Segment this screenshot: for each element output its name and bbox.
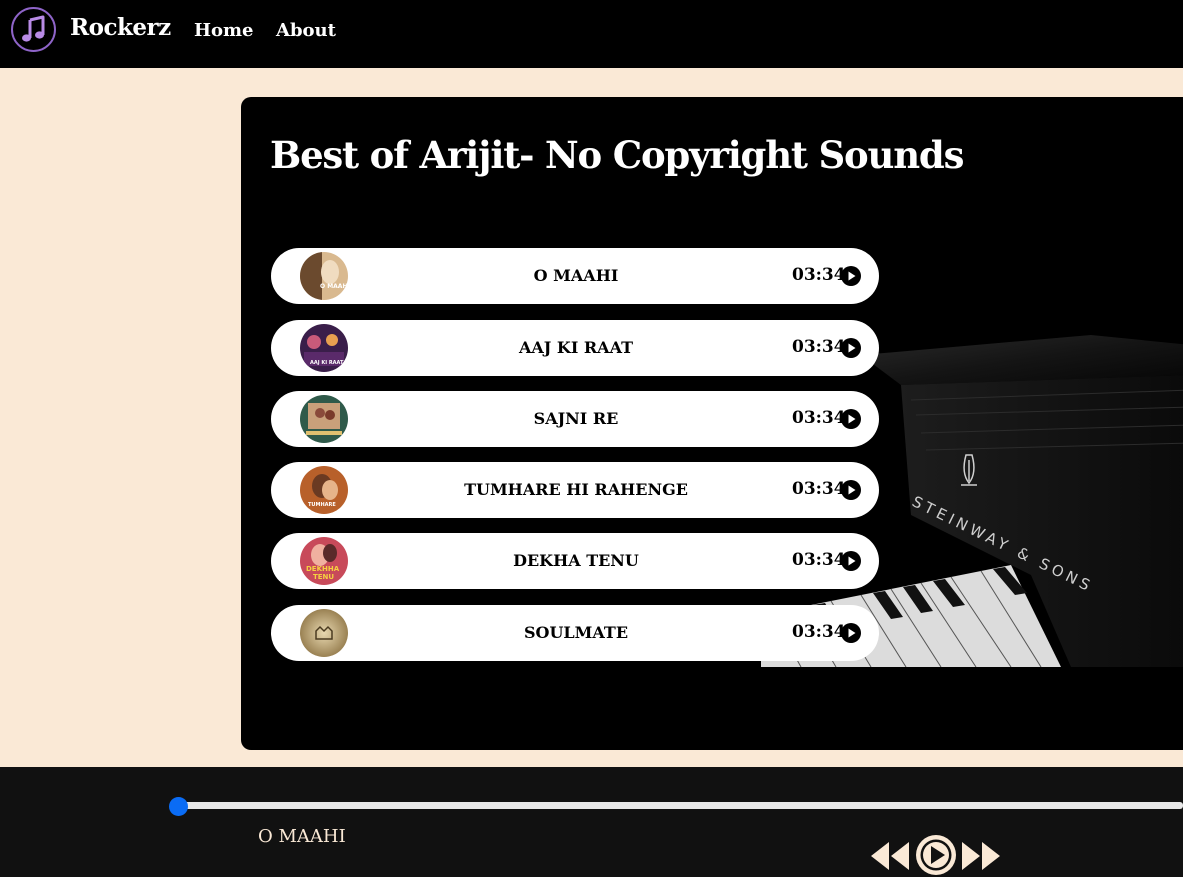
next-icon[interactable] (960, 840, 1002, 872)
song-duration: 03:34 (792, 622, 846, 642)
song-cover-image: DEKHHA TENU (300, 537, 348, 585)
play-circle-icon[interactable] (841, 266, 861, 286)
song-name: TUMHARE HI RAHENGE (464, 480, 688, 499)
progress-thumb[interactable] (168, 797, 188, 816)
svg-text:DEKHHA: DEKHHA (306, 565, 340, 573)
navbar: Rockerz Home About (0, 0, 1183, 68)
song-name: AAJ KI RAAT (518, 338, 634, 357)
brand-name[interactable]: Rockerz (70, 14, 171, 41)
song-cover-image (300, 609, 348, 657)
play-circle-icon[interactable] (841, 409, 861, 429)
song-name: DEKHA TENU (513, 551, 639, 570)
song-item[interactable]: SAJNI RE 03:34 (271, 391, 879, 447)
song-duration: 03:34 (792, 265, 846, 285)
song-cover-image: AAJ KI RAAT (300, 324, 348, 372)
song-duration: 03:34 (792, 337, 846, 357)
song-item[interactable]: O MAAHI O MAAHI 03:34 (271, 248, 879, 304)
song-cover-image: TUMHARE (300, 466, 348, 514)
song-cover-image (300, 395, 348, 443)
now-playing-song: O MAAHI (258, 826, 346, 847)
play-circle-icon[interactable] (915, 834, 957, 876)
song-item[interactable]: TUMHARE TUMHARE HI RAHENGE 03:34 (271, 462, 879, 518)
nav-link-home[interactable]: Home (194, 20, 254, 41)
nav-link-about[interactable]: About (276, 20, 336, 41)
song-item[interactable]: SOULMATE 03:34 (271, 605, 879, 661)
music-note-icon (11, 7, 56, 52)
song-duration: 03:34 (792, 408, 846, 428)
song-cover-image: O MAAHI (300, 252, 348, 300)
svg-text:TUMHARE: TUMHARE (308, 502, 336, 508)
play-circle-icon[interactable] (841, 623, 861, 643)
svg-text:TENU: TENU (313, 573, 334, 581)
play-circle-icon[interactable] (841, 480, 861, 500)
playlist-title: Best of Arijit- No Copyright Sounds (270, 133, 964, 177)
playlist-panel: STEINWAY & SONS Best of Arijit- No Copyr… (241, 97, 1183, 750)
previous-icon[interactable] (869, 840, 911, 872)
player-bar: O MAAHI (0, 767, 1183, 877)
song-name: O MAAHI (533, 266, 619, 285)
progress-bar[interactable] (178, 802, 1183, 809)
svg-text:O MAAHI: O MAAHI (320, 283, 348, 290)
play-circle-icon[interactable] (841, 551, 861, 571)
song-name: SAJNI RE (533, 409, 619, 428)
song-name: SOULMATE (523, 623, 629, 642)
song-duration: 03:34 (792, 479, 846, 499)
song-item[interactable]: DEKHHA TENU DEKHA TENU 03:34 (271, 533, 879, 589)
svg-text:AAJ KI RAAT: AAJ KI RAAT (310, 360, 344, 366)
play-circle-icon[interactable] (841, 338, 861, 358)
song-duration: 03:34 (792, 550, 846, 570)
song-item[interactable]: AAJ KI RAAT AAJ KI RAAT 03:34 (271, 320, 879, 376)
